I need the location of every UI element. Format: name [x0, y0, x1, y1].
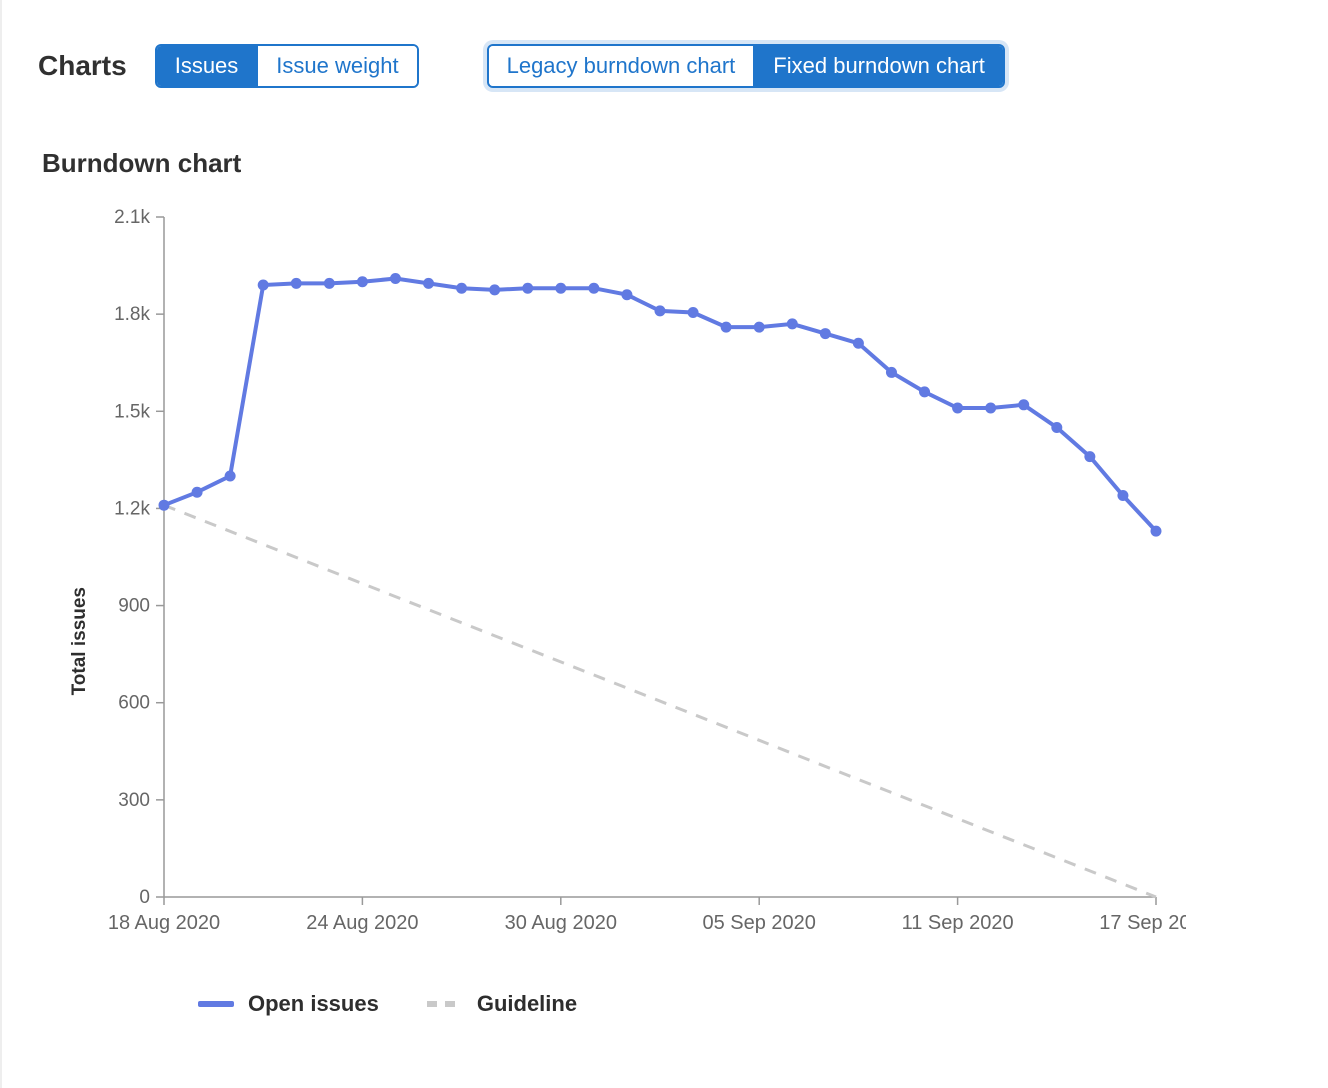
burndown-toggle-group: Legacy burndown chart Fixed burndown cha… [487, 44, 1005, 88]
svg-text:30 Aug 2020: 30 Aug 2020 [505, 912, 617, 934]
burndown-chart: Total issues 03006009001.2k1.5k1.8k2.1k1… [86, 207, 1186, 967]
legend-open-issues: Open issues [198, 991, 379, 1017]
burndown-toggle-focus-ring: Legacy burndown chart Fixed burndown cha… [483, 40, 1009, 92]
svg-text:0: 0 [139, 887, 150, 908]
svg-text:17 Sep 2020: 17 Sep 2020 [1099, 912, 1186, 934]
svg-text:11 Sep 2020: 11 Sep 2020 [902, 912, 1014, 934]
svg-text:600: 600 [118, 693, 150, 714]
svg-text:1.5k: 1.5k [114, 401, 150, 422]
svg-text:1.2k: 1.2k [114, 498, 150, 519]
header-row: Charts Issues Issue weight Legacy burndo… [38, 40, 1292, 92]
legend-label-guideline: Guideline [477, 991, 577, 1017]
legend-label-open-issues: Open issues [248, 991, 379, 1017]
y-axis-label: Total issues [69, 587, 91, 695]
legend-guideline: Guideline [427, 991, 577, 1017]
tab-fixed-burndown[interactable]: Fixed burndown chart [753, 46, 1003, 86]
chart-svg: 0 300 600 900 1.2k 1.5k 1.8k 2.1k 18 Aug 2020 24 … [86, 207, 1186, 967]
svg-text:2.1k: 2.1k [114, 207, 150, 228]
tab-legacy-burndown[interactable]: Legacy burndown chart [489, 46, 754, 86]
svg-text:24 Aug 2020: 24 Aug 2020 [306, 912, 418, 934]
legend-swatch-dash [427, 1001, 463, 1007]
svg-text:300: 300 [118, 790, 150, 811]
tab-issues[interactable]: Issues [157, 46, 257, 86]
tab-issue-weight[interactable]: Issue weight [256, 46, 416, 86]
charts-heading: Charts [38, 50, 127, 82]
svg-text:05 Sep 2020: 05 Sep 2020 [702, 912, 815, 934]
svg-text:18 Aug 2020: 18 Aug 2020 [108, 912, 220, 934]
chart-title: Burndown chart [42, 148, 1292, 179]
svg-text:900: 900 [118, 596, 150, 617]
legend-swatch-solid [198, 1001, 234, 1007]
metric-toggle-group: Issues Issue weight [155, 44, 419, 88]
legend: Open issues Guideline [198, 991, 1292, 1017]
svg-text:1.8k: 1.8k [114, 304, 150, 325]
